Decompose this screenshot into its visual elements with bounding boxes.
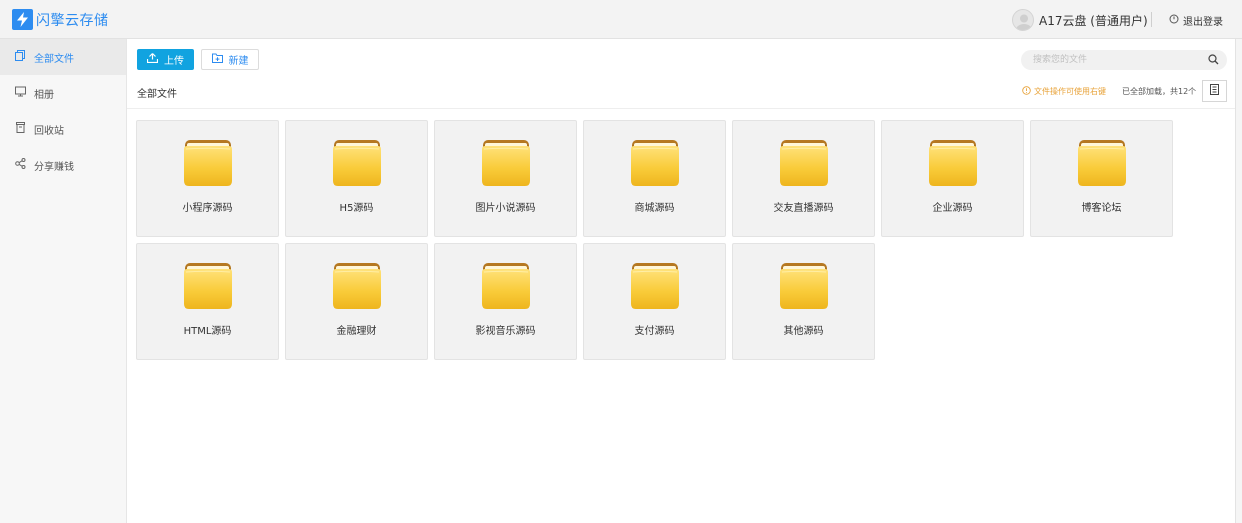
folder-icon [183, 262, 233, 313]
monitor-icon [15, 86, 26, 100]
folder-name: 支付源码 [634, 326, 675, 337]
folder-icon [183, 139, 233, 190]
folder-name: 影视音乐源码 [475, 326, 536, 337]
folder-tile[interactable]: 博客论坛 [1030, 120, 1173, 237]
trash-icon [15, 122, 26, 136]
folder-tile[interactable]: 其他源码 [732, 243, 875, 360]
folder-tile[interactable]: 图片小说源码 [434, 120, 577, 237]
sidebar-item-album[interactable]: 相册 [0, 75, 126, 111]
app-logo[interactable]: 闪擎云存储 [12, 9, 109, 30]
top-bar: 闪擎云存储 A17云盘 (普通用户) 退出登录 [0, 0, 1242, 39]
folder-tile[interactable]: 影视音乐源码 [434, 243, 577, 360]
search-icon[interactable] [1208, 54, 1219, 68]
folder-icon [481, 262, 531, 313]
folder-name: 商城源码 [634, 203, 675, 214]
upload-label: 上传 [164, 56, 184, 67]
search-box [1021, 50, 1227, 70]
sidebar-item-label: 回收站 [34, 125, 64, 137]
list-view-icon [1209, 84, 1220, 98]
new-button[interactable]: 新建 [201, 49, 259, 70]
sidebar: 全部文件 相册 回收站 分享赚钱 [0, 39, 127, 523]
folder-icon [779, 262, 829, 313]
folder-tile[interactable]: H5源码 [285, 120, 428, 237]
sidebar-item-label: 相册 [34, 89, 54, 101]
folder-icon [630, 262, 680, 313]
lightning-icon [12, 9, 33, 30]
avatar[interactable] [1012, 9, 1034, 31]
upload-icon [146, 53, 159, 66]
load-status: 已全部加载，共12个 [1122, 87, 1197, 96]
breadcrumb: 全部文件 [137, 89, 177, 100]
header-divider [1151, 12, 1152, 27]
sidebar-item-label: 全部文件 [34, 53, 74, 65]
sidebar-item-all-files[interactable]: 全部文件 [0, 39, 126, 75]
sidebar-item-share[interactable]: 分享赚钱 [0, 147, 126, 183]
scrollbar[interactable] [1235, 39, 1242, 523]
folder-name: HTML源码 [183, 326, 232, 337]
folder-tile[interactable]: HTML源码 [136, 243, 279, 360]
folder-icon [481, 139, 531, 190]
view-toggle-button[interactable] [1202, 80, 1227, 102]
info-icon [1022, 86, 1031, 97]
share-icon [15, 158, 26, 172]
folder-name: 企业源码 [932, 203, 973, 214]
folder-tile[interactable]: 金融理财 [285, 243, 428, 360]
right-click-tip: 文件操作可使用右键 [1022, 86, 1106, 97]
folder-name: 图片小说源码 [475, 203, 536, 214]
new-folder-icon [211, 53, 223, 66]
power-icon [1169, 14, 1179, 27]
logout-label: 退出登录 [1183, 17, 1223, 28]
folder-tile[interactable]: 企业源码 [881, 120, 1024, 237]
user-menu[interactable]: A17云盘 (普通用户) [1012, 9, 1148, 31]
folder-icon [332, 262, 382, 313]
files-icon [15, 50, 26, 64]
folder-name: H5源码 [339, 203, 374, 214]
sidebar-item-label: 分享赚钱 [34, 161, 74, 173]
folder-tile[interactable]: 小程序源码 [136, 120, 279, 237]
folder-name: 小程序源码 [182, 203, 233, 214]
new-label: 新建 [228, 56, 249, 67]
folder-icon [928, 139, 978, 190]
search-input[interactable] [1033, 52, 1193, 68]
folder-icon [779, 139, 829, 190]
folder-icon [332, 139, 382, 190]
folder-tile[interactable]: 商城源码 [583, 120, 726, 237]
app-name: 闪擎云存储 [36, 12, 109, 29]
folder-icon [630, 139, 680, 190]
content-divider [127, 108, 1235, 109]
folder-tile[interactable]: 支付源码 [583, 243, 726, 360]
logout-button[interactable]: 退出登录 [1169, 13, 1223, 28]
tip-text: 文件操作可使用右键 [1034, 87, 1106, 96]
folder-name: 其他源码 [783, 326, 824, 337]
upload-button[interactable]: 上传 [137, 49, 194, 70]
folder-tile[interactable]: 交友直播源码 [732, 120, 875, 237]
folder-name: 博客论坛 [1081, 203, 1122, 214]
user-name: A17云盘 (普通用户) [1039, 13, 1148, 28]
folder-name: 金融理财 [336, 326, 377, 337]
folder-name: 交友直播源码 [773, 203, 834, 214]
sidebar-item-recycle-bin[interactable]: 回收站 [0, 111, 126, 147]
folder-icon [1077, 139, 1127, 190]
